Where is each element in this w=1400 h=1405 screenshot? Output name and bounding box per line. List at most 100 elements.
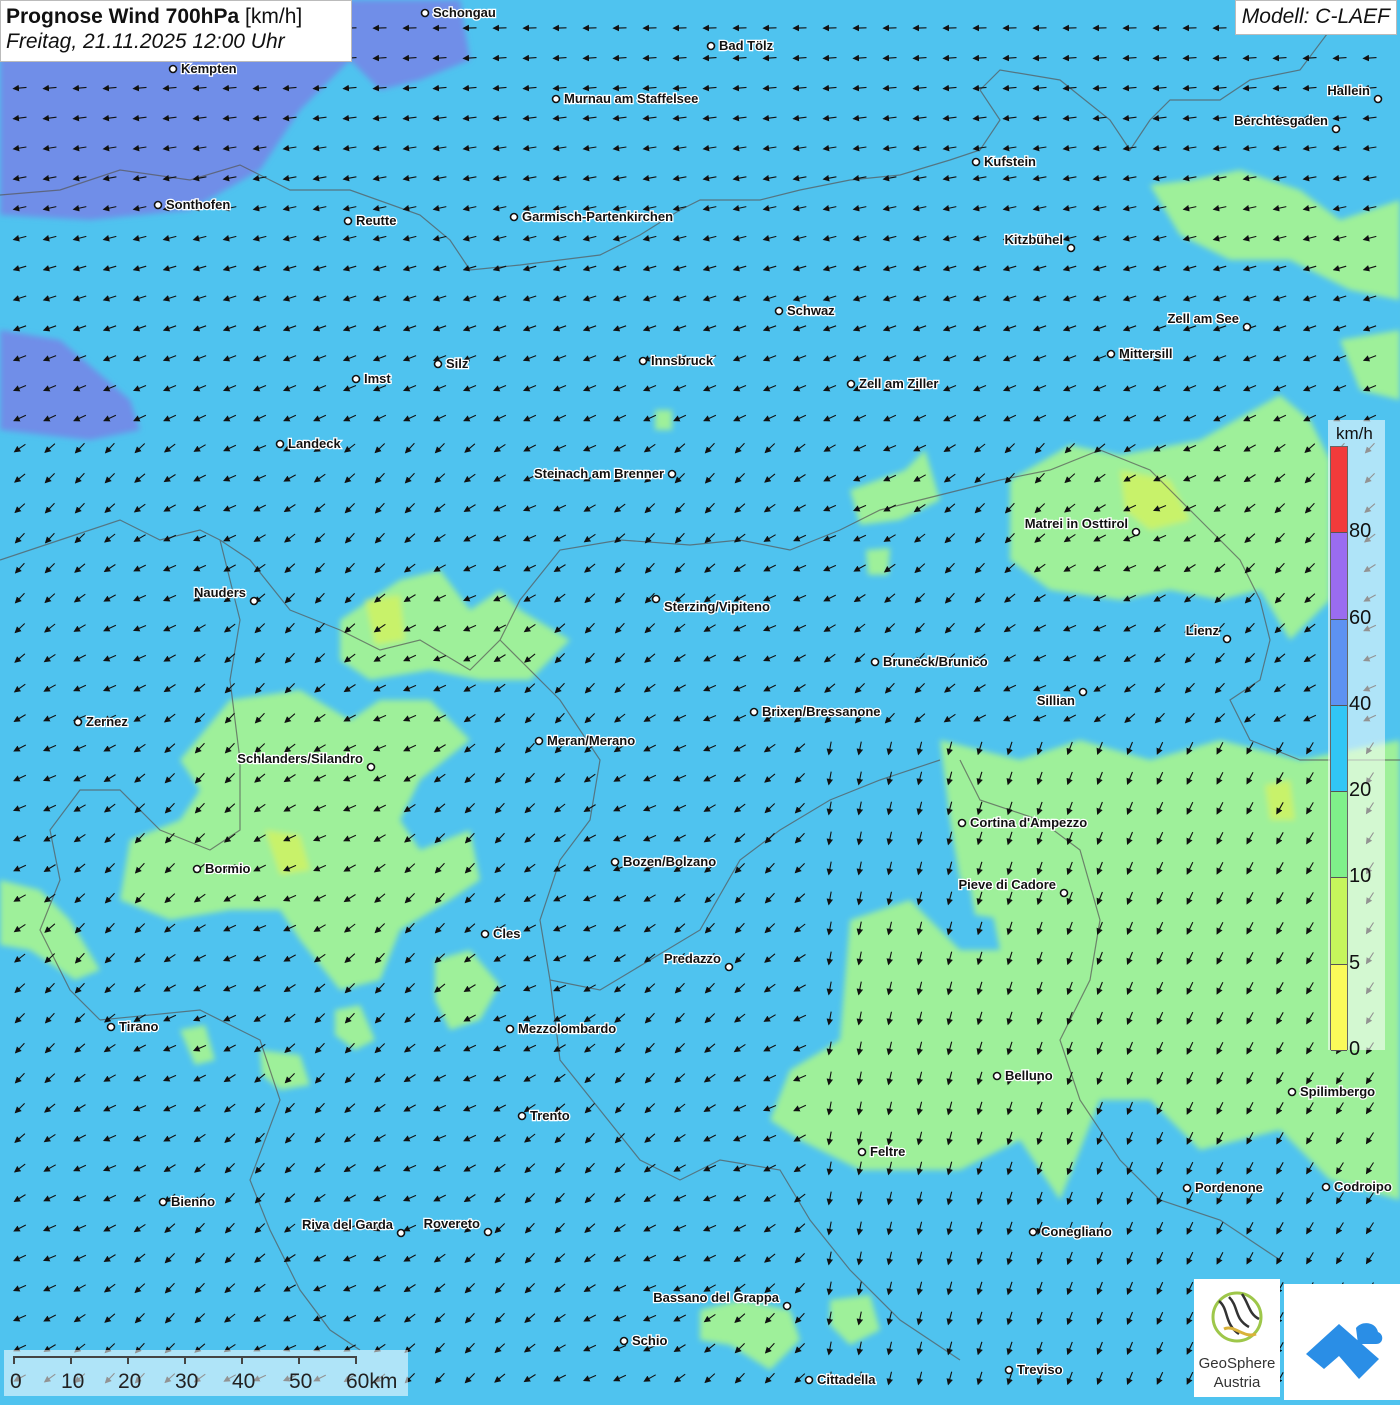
city-label: Schwaz: [787, 303, 835, 318]
city-label: Mezzolombardo: [518, 1021, 616, 1036]
city-label: Mittersill: [1119, 346, 1172, 361]
city-marker: Sterzing/Vipiteno: [653, 596, 770, 615]
city-label: Schongau: [433, 5, 496, 20]
city-label: Matrei in Osttirol: [1025, 516, 1128, 531]
city-label: Schlanders/Silandro: [237, 751, 363, 766]
legend-swatch: [1331, 533, 1347, 619]
city-label: Innsbruck: [651, 353, 714, 368]
city-label: Predazzo: [664, 951, 721, 966]
city-label: Sonthofen: [166, 197, 230, 212]
city-label: Bienno: [171, 1194, 215, 1209]
city-label: Rovereto: [424, 1216, 480, 1231]
city-label: Sillian: [1037, 693, 1075, 708]
legend-unit: km/h: [1336, 424, 1373, 444]
city-marker: Mezzolombardo: [507, 1021, 617, 1036]
city-label: Riva del Garda: [302, 1217, 394, 1232]
city-label: Kitzbühel: [1005, 232, 1064, 247]
city-label: Feltre: [870, 1144, 905, 1159]
city-label: Pieve di Cadore: [958, 877, 1056, 892]
city-dot: [726, 964, 733, 971]
legend-swatch: [1331, 706, 1347, 792]
city-dot: [1061, 890, 1068, 897]
city-marker: Garmisch-Partenkirchen: [511, 209, 674, 224]
scale-label: 50: [289, 1370, 312, 1394]
city-label: Lienz: [1186, 623, 1220, 638]
city-label: Conegliano: [1041, 1224, 1112, 1239]
city-label: Kempten: [181, 61, 237, 76]
city-dot: [848, 381, 855, 388]
city-label: Tirano: [119, 1019, 159, 1034]
city-label: Silz: [446, 356, 469, 371]
scale-tick: [127, 1356, 129, 1364]
legend-tick-label: 10: [1349, 865, 1371, 888]
city-label: Codroipo: [1334, 1179, 1392, 1194]
city-dot: [784, 1303, 791, 1310]
city-label: Bassano del Grappa: [653, 1290, 779, 1305]
city-dot: [612, 859, 619, 866]
city-dot: [170, 66, 177, 73]
city-dot: [859, 1149, 866, 1156]
city-label: Murnau am Staffelsee: [564, 91, 698, 106]
city-label: Brixen/Bressanone: [762, 704, 881, 719]
legend-swatch: [1331, 878, 1347, 964]
city-marker: Schongau: [422, 5, 496, 20]
city-label: Garmisch-Partenkirchen: [522, 209, 673, 224]
city-label: Schio: [632, 1333, 667, 1348]
city-marker: Bozen/Bolzano: [612, 854, 717, 869]
city-dot: [553, 96, 560, 103]
city-dot: [277, 441, 284, 448]
city-dot: [482, 931, 489, 938]
title-box: Prognose Wind 700hPa [km/h] Freitag, 21.…: [0, 0, 352, 62]
city-label: Nauders: [194, 585, 246, 600]
city-dot: [959, 820, 966, 827]
city-dot: [398, 1230, 405, 1237]
city-dot: [994, 1073, 1001, 1080]
city-dot: [75, 719, 82, 726]
scale-label: 20: [118, 1370, 141, 1394]
scale-label: 10: [61, 1370, 84, 1394]
city-marker: Sonthofen: [155, 197, 231, 212]
app-logo-icon: [1284, 1284, 1400, 1400]
forecast-datetime: Freitag, 21.11.2025 12:00 Uhr: [6, 30, 346, 54]
city-label: Zell am See: [1167, 311, 1239, 326]
color-legend: km/h 806040201050: [1328, 420, 1385, 1050]
city-dot: [1323, 1184, 1330, 1191]
title-unit: [km/h]: [245, 5, 302, 28]
city-dot: [776, 308, 783, 315]
legend-swatch: [1331, 447, 1347, 533]
city-marker: Innsbruck: [640, 353, 714, 368]
model-label: Modell: C-LAEF: [1235, 0, 1397, 35]
scale-tick: [184, 1356, 186, 1364]
legend-swatch: [1331, 792, 1347, 878]
legend-tick-label: 0: [1349, 1038, 1360, 1061]
city-label: Steinach am Brenner: [534, 466, 664, 481]
zone-green-dot: [655, 410, 672, 430]
city-dot: [1244, 324, 1251, 331]
scale-tick: [70, 1356, 72, 1364]
city-dot: [519, 1113, 526, 1120]
city-dot: [511, 214, 518, 221]
scale-bar: 0102030405060km: [4, 1350, 408, 1396]
city-dot: [155, 202, 162, 209]
city-label: Bruneck/Brunico: [883, 654, 988, 669]
city-label: Bormio: [205, 861, 251, 876]
city-label: Hallein: [1327, 83, 1370, 98]
title-bold: Prognose Wind 700hPa: [6, 5, 239, 28]
city-label: Trento: [530, 1108, 570, 1123]
scale-tick: [241, 1356, 243, 1364]
geosphere-logo: GeoSphere Austria: [1194, 1279, 1280, 1397]
zone-yg-4: [1265, 780, 1295, 820]
city-dot: [422, 10, 429, 17]
city-dot: [621, 1338, 628, 1345]
city-dot: [435, 361, 442, 368]
wind-map: Schongau Kempten Bad Tölz Murnau am Staffel…: [0, 0, 1400, 1400]
city-label: Bad Tölz: [719, 38, 774, 53]
city-dot: [669, 471, 676, 478]
scale-label: 0: [10, 1370, 22, 1394]
city-dot: [160, 1199, 167, 1206]
city-label: Berchtesgaden: [1234, 113, 1328, 128]
city-dot: [1333, 126, 1340, 133]
city-dot: [1184, 1185, 1191, 1192]
city-dot: [751, 709, 758, 716]
city-marker: Zell am Ziller: [848, 376, 939, 391]
